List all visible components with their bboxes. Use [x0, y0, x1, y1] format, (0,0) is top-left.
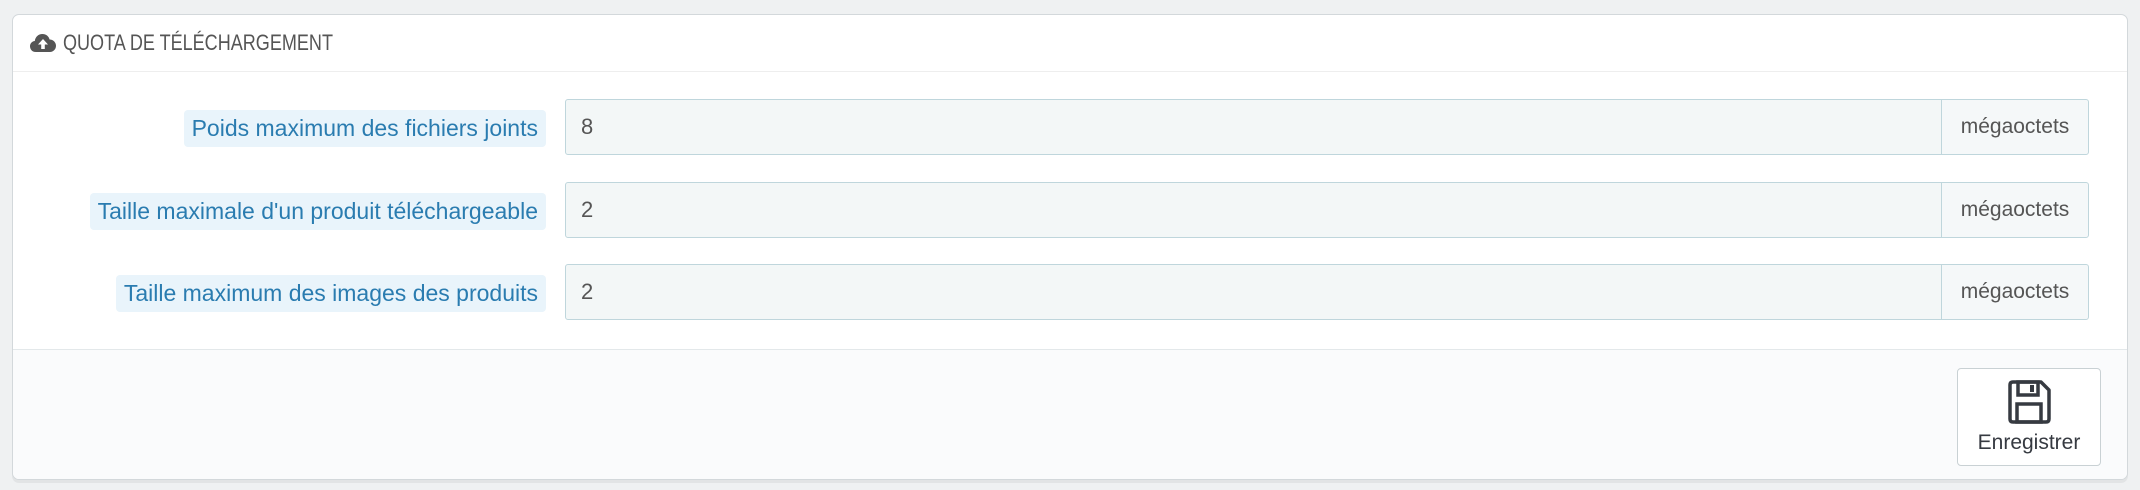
cloud-upload-icon: [30, 34, 56, 52]
product-image-size-input[interactable]: 2: [565, 264, 1995, 320]
panel-heading: QUOTA DE TÉLÉCHARGEMENT: [13, 15, 2127, 72]
field-label: Taille maximale d'un produit téléchargea…: [89, 193, 546, 230]
panel-footer: Enregistrer: [13, 349, 2127, 479]
upload-quota-panel: QUOTA DE TÉLÉCHARGEMENT Poids maximum de…: [12, 14, 2128, 480]
save-button-label: Enregistrer: [1977, 431, 2081, 454]
form-row-virtual-product-size: Taille maximale d'un produit téléchargea…: [13, 182, 2127, 238]
attachment-size-input[interactable]: 8: [565, 99, 1995, 155]
save-button[interactable]: Enregistrer: [1957, 368, 2101, 466]
unit-addon: mégaoctets: [1941, 264, 2089, 320]
panel-title: QUOTA DE TÉLÉCHARGEMENT: [63, 30, 333, 55]
field-label: Poids maximum des fichiers joints: [183, 110, 546, 147]
virtual-product-size-input[interactable]: 2: [565, 182, 1995, 238]
field-label: Taille maximum des images des produits: [115, 275, 546, 312]
floppy-disk-icon: [2008, 380, 2051, 424]
unit-addon: mégaoctets: [1941, 99, 2089, 155]
form-row-product-image-size: Taille maximum des images des produits 2…: [13, 264, 2127, 320]
form-row-attachment-size: Poids maximum des fichiers joints 8 méga…: [13, 99, 2127, 155]
unit-addon: mégaoctets: [1941, 182, 2089, 238]
